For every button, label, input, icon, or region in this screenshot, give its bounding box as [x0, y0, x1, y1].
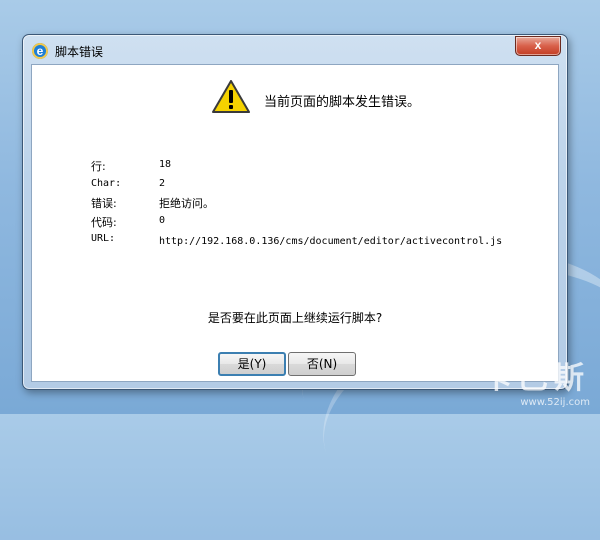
url-label: URL: — [91, 233, 116, 244]
watermark: 卡巴斯 www.52ij.com — [482, 353, 590, 408]
code-value: 0 — [159, 215, 166, 226]
code-label: 代码: — [91, 216, 117, 229]
close-button[interactable]: x — [515, 36, 561, 56]
watermark-url: www.52ij.com — [520, 397, 590, 408]
title-bar[interactable]: e 脚本错误 x — [23, 35, 567, 63]
yes-button[interactable]: 是(Y) — [218, 352, 286, 376]
dialog-body: 当前页面的脚本发生错误。 行: 18 Char: 2 错误: 拒绝访问。 代码:… — [31, 64, 559, 382]
error-value: 拒绝访问。 — [159, 197, 214, 210]
no-button[interactable]: 否(N) — [288, 352, 356, 376]
window-title: 脚本错误 — [55, 45, 104, 59]
url-value: http://192.168.0.136/cms/document/editor… — [159, 236, 503, 247]
line-label: 行: — [91, 160, 106, 173]
watermark-large: 卡巴斯 — [482, 361, 590, 396]
char-label: Char: — [91, 178, 122, 189]
script-error-dialog: e 脚本错误 x 当前页面的脚本发生错误。 行: 18 Char: 2 错误: … — [22, 34, 568, 390]
continue-question: 是否要在此页面上继续运行脚本? — [207, 311, 383, 325]
error-label: 错误: — [91, 197, 117, 210]
warning-triangle-icon — [212, 80, 250, 113]
line-value: 18 — [159, 159, 172, 170]
ie-icon: e — [32, 43, 48, 59]
error-headline: 当前页面的脚本发生错误。 — [264, 95, 421, 110]
char-value: 2 — [159, 178, 166, 189]
